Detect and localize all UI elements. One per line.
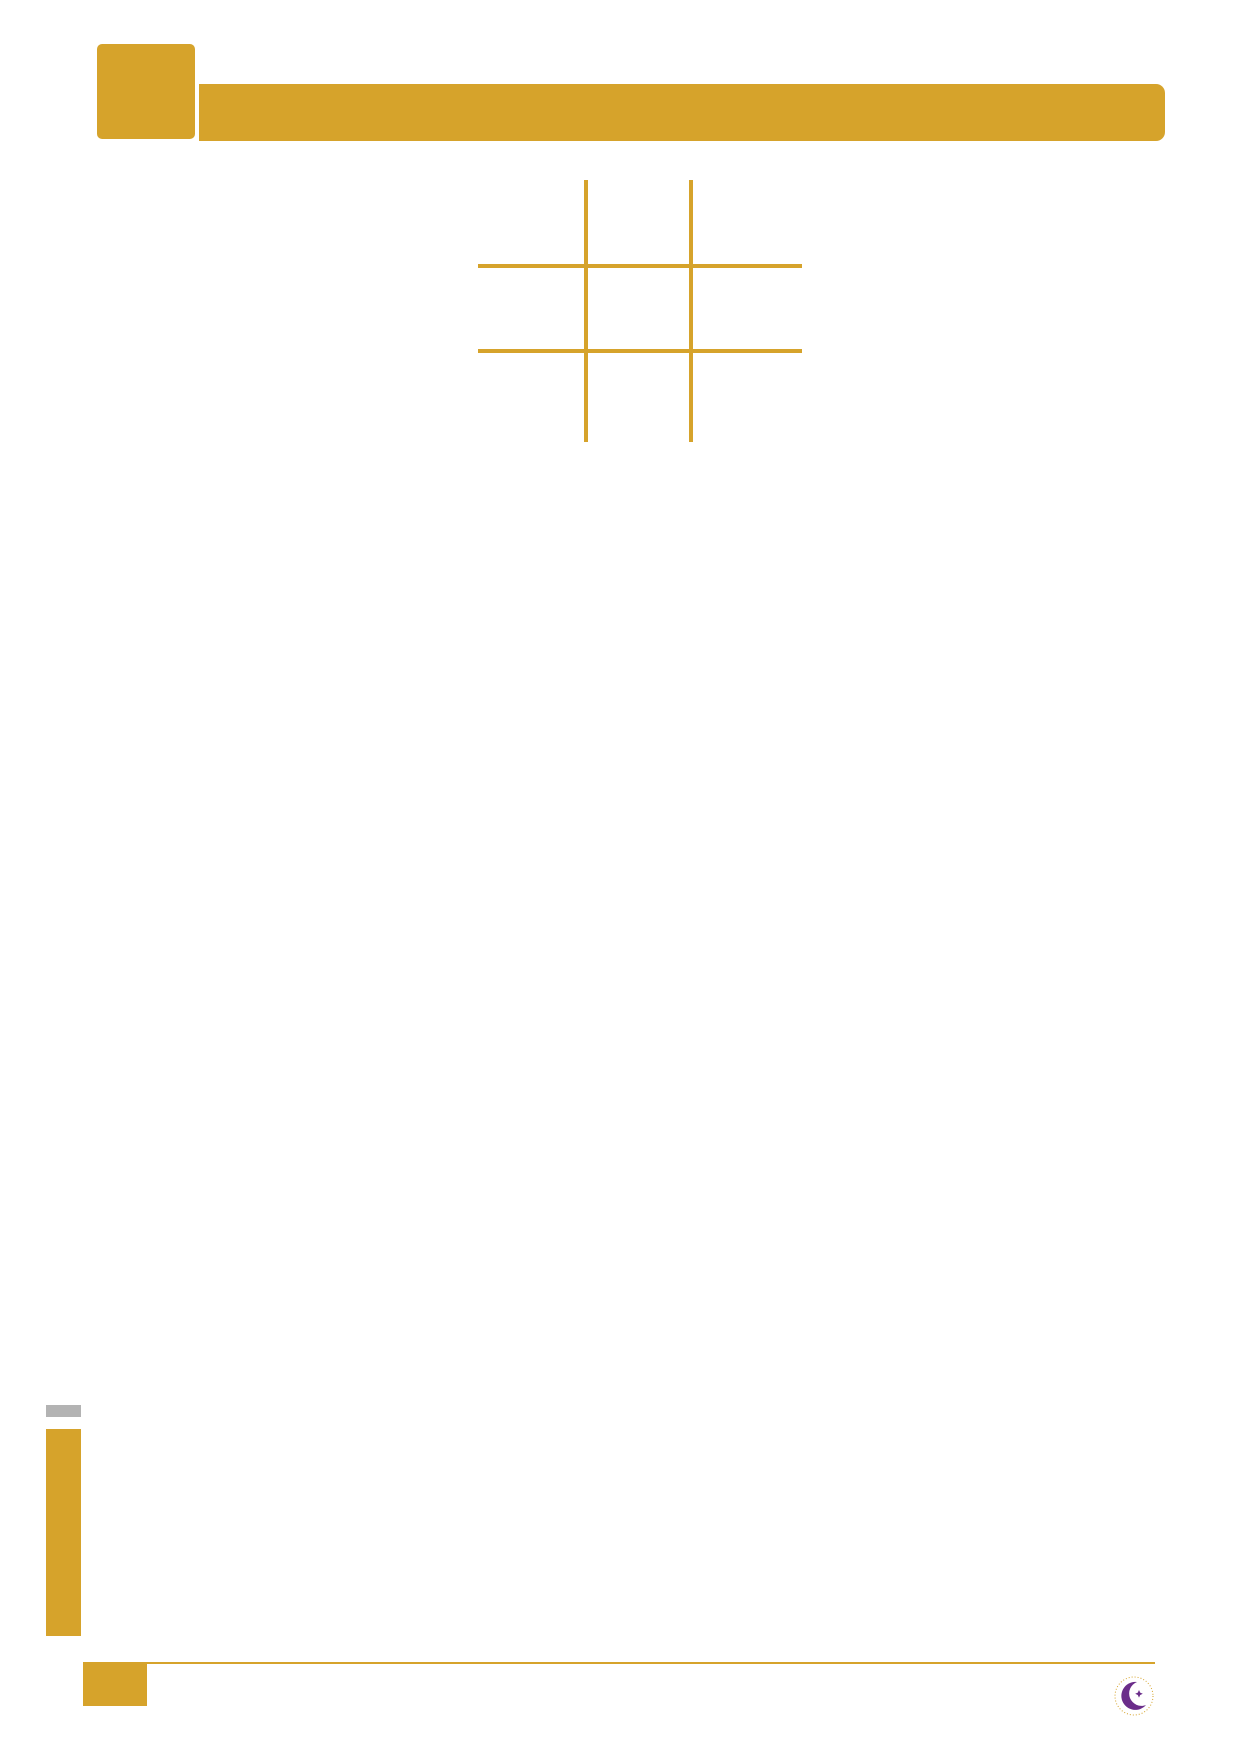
side-tab-marker: [46, 1405, 81, 1417]
footer-rule: [83, 1662, 1155, 1664]
document-page: { "theme": { "accent": "#D6A32B", "muted…: [0, 0, 1241, 1755]
tic-tac-toe-grid: [478, 180, 802, 442]
page-number-box: [83, 1662, 147, 1706]
crescent-star-icon: [1114, 1676, 1154, 1716]
chapter-number-box: [95, 42, 197, 141]
chapter-title-bar: [199, 84, 1165, 141]
side-tab: [46, 1429, 81, 1636]
